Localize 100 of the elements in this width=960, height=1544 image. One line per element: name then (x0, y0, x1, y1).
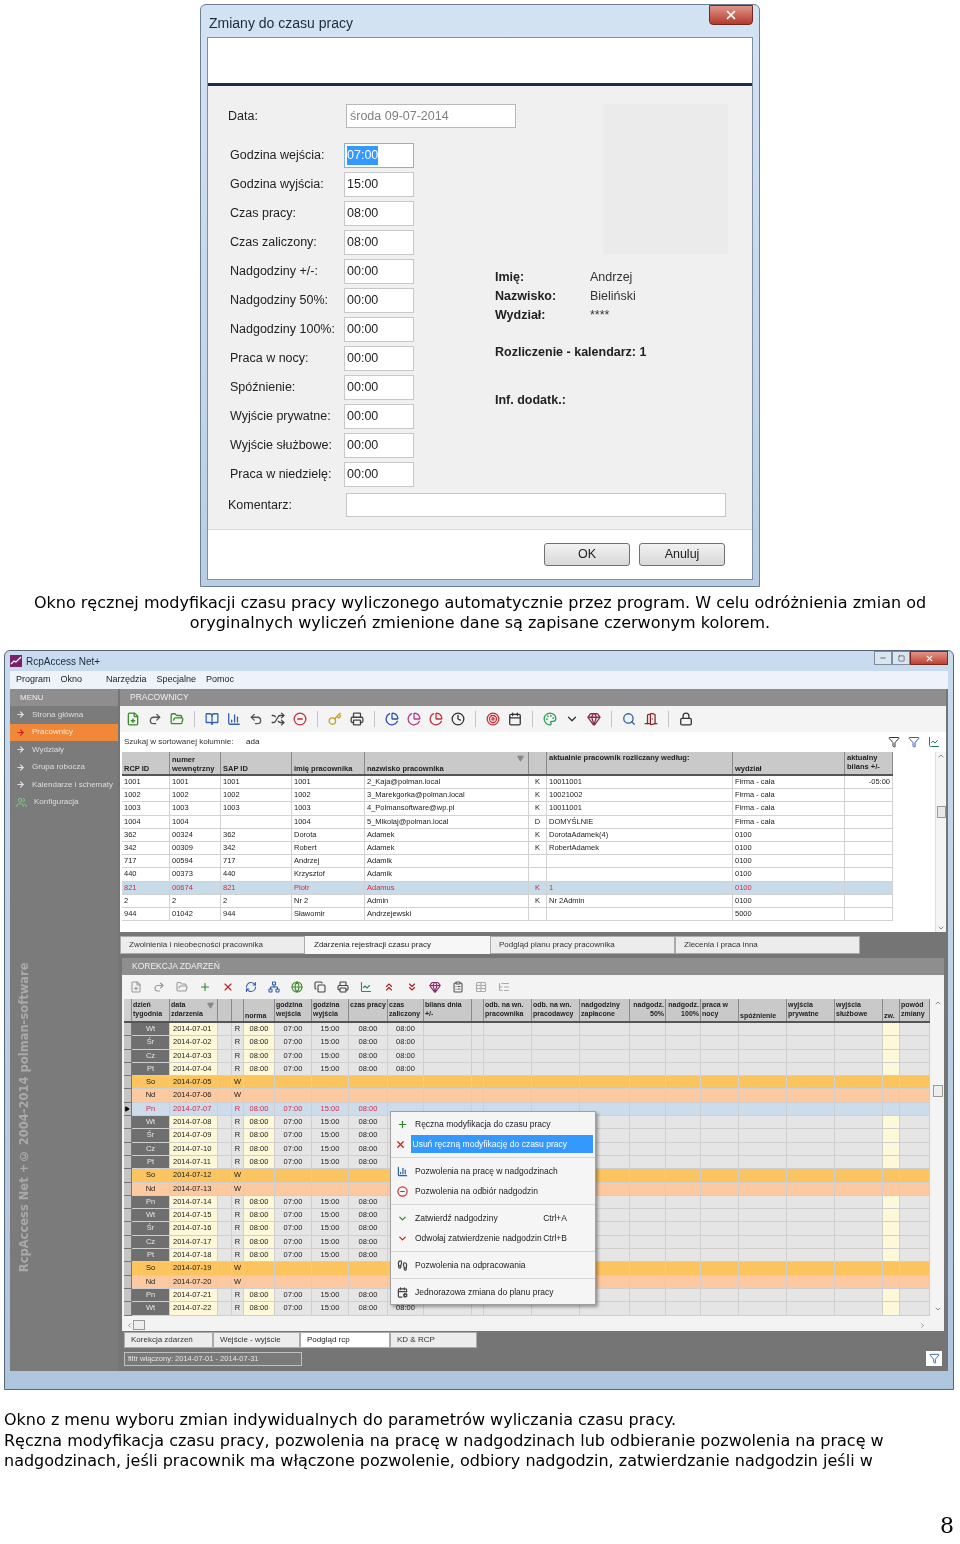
table-cell[interactable] (845, 789, 893, 803)
time-field[interactable]: 00:00 (344, 462, 414, 487)
menu-item[interactable]: Specjalne (156, 673, 197, 687)
close-button[interactable] (910, 651, 948, 665)
double-arrow-down-icon[interactable] (406, 981, 418, 993)
scrollbar-thumb[interactable] (933, 1085, 943, 1097)
scroll-up-icon[interactable] (937, 752, 945, 760)
search-icon[interactable] (622, 712, 636, 726)
clipboard-icon[interactable] (452, 981, 464, 993)
calendar-icon[interactable] (508, 712, 522, 726)
table-cell[interactable] (529, 855, 547, 869)
tab[interactable]: Zdarzenia rejestracji czasu pracy (305, 936, 490, 954)
table-cell[interactable] (845, 802, 893, 816)
pie-chart-icon[interactable] (429, 712, 443, 726)
network-icon[interactable] (268, 981, 280, 993)
menu-item[interactable]: Pozwolenia na odbiór nadgodzin (413, 1182, 593, 1200)
time-field[interactable]: 00:00 (344, 375, 414, 400)
gem-icon[interactable] (587, 712, 601, 726)
minimize-button[interactable] (874, 651, 892, 665)
clock-icon[interactable] (451, 712, 465, 726)
menu-item[interactable]: Narzędzia (106, 673, 147, 687)
cancel-button[interactable]: Anuluj (639, 543, 725, 566)
file-add-icon[interactable] (126, 712, 140, 726)
filter-icon[interactable] (908, 736, 920, 748)
table-cell[interactable] (529, 868, 547, 882)
filter-icon[interactable] (888, 736, 900, 748)
time-field[interactable]: 00:00 (344, 404, 414, 429)
pie-chart-icon[interactable] (407, 712, 421, 726)
refresh-icon[interactable] (245, 981, 257, 993)
gem-icon[interactable] (429, 981, 441, 993)
undo-icon[interactable] (249, 712, 263, 726)
tab[interactable]: Korekcja zdarzeń (124, 1332, 213, 1348)
tab[interactable]: Podgląd planu pracy pracownika (490, 936, 675, 954)
menu-item[interactable]: Jednorazowa zmiana do planu pracy (413, 1283, 593, 1301)
table-cell[interactable] (547, 868, 733, 882)
key-icon[interactable] (328, 712, 342, 726)
time-field[interactable]: 00:00 (344, 346, 414, 371)
book-icon[interactable] (205, 712, 219, 726)
menu-item[interactable]: Pozwolenia na odpracowania (413, 1256, 593, 1274)
table-icon[interactable] (475, 981, 487, 993)
globe-icon[interactable] (291, 981, 303, 993)
color-swatch-icon[interactable] (543, 712, 557, 726)
scrollbar-thumb[interactable] (936, 806, 946, 818)
chart-icon[interactable] (928, 736, 940, 748)
file-add-icon[interactable] (130, 981, 142, 993)
tab[interactable]: Wejście - wyjście (213, 1332, 300, 1348)
table-cell[interactable] (547, 855, 733, 869)
maximize-button[interactable] (892, 651, 910, 665)
ok-button[interactable]: OK (544, 543, 630, 566)
door-icon[interactable] (644, 712, 658, 726)
printer-icon[interactable] (350, 712, 364, 726)
list-icon[interactable] (498, 981, 510, 993)
time-field[interactable]: 00:00 (344, 259, 414, 284)
pie-chart-icon[interactable] (385, 712, 399, 726)
tab[interactable]: Zlecenia i praca inna (675, 936, 860, 954)
arrows-icon[interactable] (271, 712, 285, 726)
time-field[interactable]: 00:00 (344, 317, 414, 342)
sort-arrow-icon[interactable] (517, 755, 524, 762)
time-field[interactable]: 08:00 (344, 230, 414, 255)
folder-icon[interactable] (170, 712, 184, 726)
line-chart-icon[interactable] (360, 981, 372, 993)
scroll-down-icon[interactable] (934, 1305, 942, 1313)
table-cell[interactable] (845, 868, 893, 882)
menu-item[interactable]: Okno (60, 673, 83, 687)
menu-item[interactable]: Zatwierdź nadgodziny Ctrl+A (413, 1209, 593, 1227)
lock-icon[interactable] (679, 712, 693, 726)
menu-item[interactable]: Pomoc (206, 673, 235, 687)
time-field[interactable]: 00:00 (344, 433, 414, 458)
target-icon[interactable] (486, 712, 500, 726)
filter-button[interactable] (926, 1351, 942, 1366)
scroll-right-icon[interactable] (919, 1321, 926, 1329)
tab[interactable]: Zwolnienia i nieobecności pracownika (120, 936, 305, 954)
scrollbar-thumb[interactable] (133, 1320, 145, 1330)
scroll-left-icon[interactable] (126, 1321, 133, 1329)
scroll-up-icon[interactable] (934, 999, 942, 1007)
bar-chart-icon[interactable] (227, 712, 241, 726)
comment-field[interactable] (346, 493, 726, 517)
scroll-down-icon[interactable] (937, 924, 945, 932)
column-header (232, 999, 244, 1021)
minus-circle-icon[interactable] (293, 712, 307, 726)
menu-item[interactable]: Ręczna modyfikacja do czasu pracy (413, 1115, 593, 1133)
x-icon[interactable] (222, 981, 234, 993)
redo-icon[interactable] (148, 712, 162, 726)
plus-icon[interactable] (199, 981, 211, 993)
menu-item[interactable]: Pozwolenia na pracę w nadgodzinach (413, 1162, 593, 1180)
table-cell[interactable] (845, 855, 893, 869)
tab[interactable]: KD & RCP (390, 1332, 477, 1348)
folder-icon[interactable] (176, 981, 188, 993)
menu-item[interactable]: Program (16, 673, 51, 687)
copy-icon[interactable] (314, 981, 326, 993)
time-field[interactable]: 00:00 (344, 288, 414, 313)
vertical-scrollbar[interactable] (935, 752, 946, 932)
time-field[interactable]: 15:00 (344, 172, 414, 197)
time-field[interactable]: 08:00 (344, 201, 414, 226)
printer-icon[interactable] (337, 981, 349, 993)
sort-arrow-icon[interactable] (207, 1002, 214, 1009)
close-button[interactable] (709, 5, 753, 25)
double-arrow-up-icon[interactable] (383, 981, 395, 993)
menu-item[interactable]: Odwołaj zatwierdzenie nadgodzin Ctrl+B (413, 1229, 593, 1247)
tab[interactable]: Podgląd rcp (300, 1332, 390, 1348)
